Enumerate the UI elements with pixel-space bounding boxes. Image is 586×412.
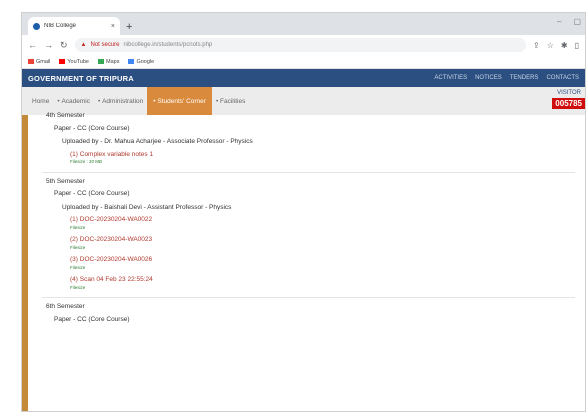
file-size: Filesize (70, 244, 86, 250)
back-icon[interactable]: ← (28, 40, 37, 50)
maximize-icon[interactable]: ▢ (573, 17, 581, 26)
bookmark-youtube[interactable]: YouTube (59, 59, 89, 65)
reload-icon[interactable]: ↻ (60, 40, 68, 51)
menu-administration[interactable]: • Administration (94, 87, 147, 115)
topnav-notices[interactable]: NOTICES (475, 75, 502, 81)
file-size: Filesize (70, 284, 86, 290)
content-area: 4th Semester Paper - CC (Core Course) Up… (22, 112, 585, 411)
menu-academic[interactable]: • Academic (53, 87, 94, 115)
tab-close-icon[interactable]: × (111, 23, 115, 30)
gmail-icon (28, 59, 34, 64)
visitor-count: 005785 (552, 98, 585, 109)
menu-home[interactable]: Home (28, 87, 53, 115)
paper-heading: Paper - CC (Core Course) (54, 190, 130, 197)
divider (42, 171, 575, 173)
site-header: GOVERNMENT OF TRIPURA ACTIVITIES NOTICES… (22, 69, 585, 87)
visitor-label: VISITOR (557, 90, 581, 96)
youtube-icon (59, 59, 66, 64)
uploader-line: Uploaded by - Baishali Devi - Assistant … (62, 203, 232, 211)
window-controls: – ▢ (557, 17, 581, 26)
browser-window: NIB College × + – ▢ ← → ↻ ▲ Not secure n… (21, 12, 586, 412)
topnav-contacts[interactable]: CONTACTS (546, 75, 579, 81)
semester-heading: 4th Semester (46, 112, 85, 119)
bookmark-gmail[interactable]: Gmail (28, 59, 50, 65)
browser-toolbar: ← → ↻ ▲ Not secure nibcollege.in/student… (22, 35, 585, 55)
share-icon[interactable]: ⇪ (533, 41, 540, 50)
file-link[interactable]: (2) DOC-20230204-WA0023 (70, 236, 585, 244)
visitor-counter: VISITOR 005785 (552, 90, 585, 109)
paper-heading: Paper - CC (Core Course) (54, 315, 130, 323)
topnav-tenders[interactable]: TENDERS (510, 75, 539, 81)
google-icon (128, 59, 135, 64)
menu-facilities[interactable]: • Facilities (212, 87, 249, 115)
bookmark-google[interactable]: Google (128, 59, 154, 65)
forward-icon[interactable]: → (44, 40, 53, 50)
bookmark-maps[interactable]: Maps (98, 59, 119, 65)
uploader-line: Uploaded by - Dr. Mahua Acharjee - Assoc… (62, 138, 253, 145)
toolbar-right: ⇪ ☆ ✱ ▯ (533, 41, 579, 50)
extensions-icon[interactable]: ✱ (561, 41, 568, 50)
not-secure-icon: ▲ (80, 42, 87, 48)
paper-heading: Paper - CC (Core Course) (54, 124, 130, 132)
file-size: Filesize : 20 MB (70, 159, 103, 164)
browser-tab[interactable]: NIB College × (28, 17, 120, 35)
file-link[interactable]: (1) Complex variable notes 1 (70, 151, 585, 159)
url-text: nibcollege.in/students/pcnots.php (123, 42, 213, 48)
site-title: GOVERNMENT OF TRIPURA (28, 73, 134, 83)
topnav-activities[interactable]: ACTIVITIES (434, 75, 467, 81)
security-label: Not secure (90, 42, 120, 48)
file-link[interactable]: (1) DOC-20230204-WA0022 (70, 216, 585, 224)
maps-icon (98, 59, 104, 64)
notes-list: 4th Semester Paper - CC (Core Course) Up… (28, 112, 585, 411)
file-link[interactable]: (3) DOC-20230204-WA0026 (70, 256, 585, 264)
menu-students-corner[interactable]: • Students' Corner (147, 87, 212, 115)
semester-heading: 6th Semester (46, 303, 85, 310)
new-tab-button[interactable]: + (126, 21, 132, 33)
file-size: Filesize (70, 264, 86, 270)
file-size: Filesize (70, 224, 86, 230)
site-favicon-icon (33, 22, 40, 30)
minimize-icon[interactable]: – (557, 17, 561, 26)
tab-title: NIB College (44, 23, 77, 29)
bookmark-star-icon[interactable]: ☆ (547, 41, 554, 50)
sidebar-icon[interactable]: ▯ (575, 41, 579, 50)
address-bar[interactable]: ▲ Not secure nibcollege.in/students/pcno… (74, 38, 527, 52)
main-menu: Home • Academic • Administration • Stude… (22, 87, 585, 115)
bookmarks-bar: Gmail YouTube Maps Google (22, 55, 585, 69)
semester-heading: 5th Semester (46, 177, 85, 185)
top-nav: ACTIVITIES NOTICES TENDERS CONTACTS (434, 75, 579, 81)
file-link[interactable]: (4) Scan 04 Feb 23 22:55:24 (70, 276, 585, 284)
divider (42, 297, 575, 298)
tab-strip: NIB College × + – ▢ (22, 13, 585, 35)
